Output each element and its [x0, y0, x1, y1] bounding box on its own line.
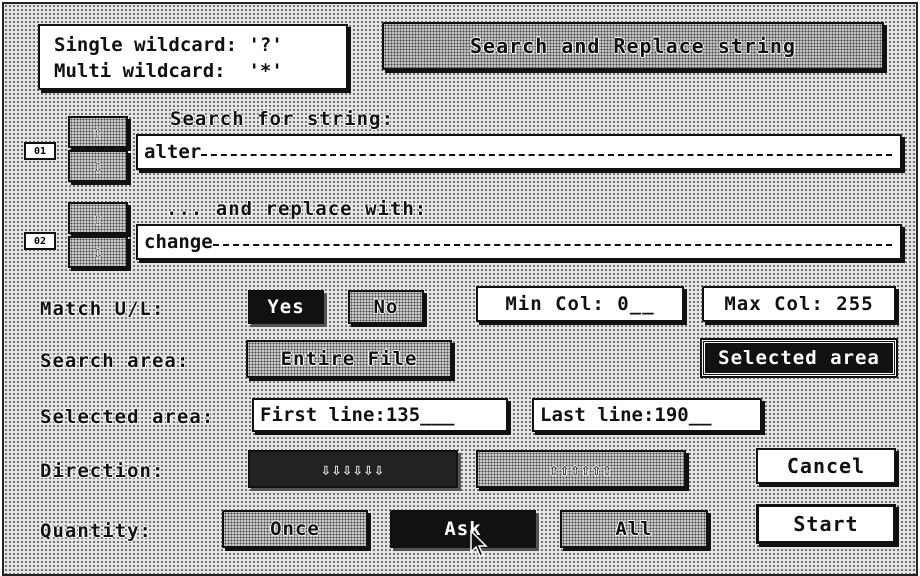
search-replace-dialog: Single wildcard: '?' Multi wildcard: '*'…: [2, 2, 918, 576]
arrow-down-icon: ⇩: [93, 242, 103, 262]
search-history-down-button[interactable]: ⇩: [68, 150, 128, 182]
selected-area-button[interactable]: Selected area: [700, 338, 898, 378]
match-yes-label: Yes: [267, 296, 305, 318]
search-input[interactable]: alter: [136, 134, 902, 170]
first-line-field[interactable]: First line:135___: [252, 398, 508, 432]
entire-file-label: Entire File: [280, 348, 418, 370]
up-arrows-icon: ⇧⇧⇧⇧⇧⇧: [549, 459, 613, 479]
down-arrows-icon: ⇩⇩⇩⇩⇩⇩: [321, 459, 385, 479]
direction-label: Direction:: [40, 460, 165, 482]
first-line-text: First line:135___: [260, 404, 455, 426]
direction-up-button[interactable]: ⇧⇧⇧⇧⇧⇧: [476, 450, 686, 488]
match-yes-button[interactable]: Yes: [248, 290, 324, 324]
max-col-text: Max Col: 255: [724, 293, 874, 315]
direction-down-button[interactable]: ⇩⇩⇩⇩⇩⇩: [248, 450, 458, 488]
quantity-ask-button[interactable]: Ask: [390, 510, 536, 548]
replace-input[interactable]: change: [136, 224, 902, 260]
quantity-all-button[interactable]: All: [560, 510, 708, 548]
search-history-up-button[interactable]: ⇧: [68, 116, 128, 148]
dialog-title-text: Search and Replace string: [469, 34, 797, 58]
multi-wildcard-text: Multi wildcard: '*': [54, 60, 283, 82]
search-history-tag[interactable]: 01: [24, 142, 56, 160]
max-col-field[interactable]: Max Col: 255: [702, 286, 896, 322]
all-label: All: [615, 518, 653, 540]
quantity-once-button[interactable]: Once: [222, 510, 368, 548]
match-no-label: No: [373, 296, 399, 318]
arrow-down-icon: ⇩: [93, 156, 103, 176]
start-button[interactable]: Start: [756, 504, 896, 544]
replace-input-value: change: [144, 231, 213, 253]
arrow-up-icon: ⇧: [93, 208, 103, 228]
start-label: Start: [793, 512, 859, 536]
search-area-label: Search area:: [40, 350, 190, 372]
replace-label: ... and replace with:: [166, 198, 428, 220]
wildcard-info-box: Single wildcard: '?' Multi wildcard: '*': [38, 24, 348, 90]
arrow-up-icon: ⇧: [93, 122, 103, 142]
match-no-button[interactable]: No: [348, 290, 424, 324]
once-label: Once: [270, 518, 320, 540]
search-input-value: alter: [144, 141, 202, 163]
search-label: Search for string:: [170, 108, 394, 130]
cancel-button[interactable]: Cancel: [756, 448, 896, 484]
mouse-pointer-icon: [470, 530, 488, 557]
selected-area-label: Selected area: [718, 347, 880, 369]
dialog-title: Search and Replace string: [382, 22, 884, 70]
min-col-text: Min Col: 0__: [505, 293, 655, 315]
last-line-field[interactable]: Last line:190__: [532, 398, 762, 432]
replace-history-up-button[interactable]: ⇧: [68, 202, 128, 234]
search-history-tag-text: 01: [33, 145, 47, 157]
replace-history-tag-text: 02: [33, 235, 47, 247]
single-wildcard-text: Single wildcard: '?': [54, 34, 283, 56]
min-col-field[interactable]: Min Col: 0__: [476, 286, 684, 322]
last-line-text: Last line:190__: [540, 404, 712, 426]
entire-file-button[interactable]: Entire File: [246, 340, 452, 378]
match-case-label: Match U/L:: [40, 298, 165, 320]
replace-history-down-button[interactable]: ⇩: [68, 236, 128, 268]
replace-history-tag[interactable]: 02: [24, 232, 56, 250]
selected-area-range-label: Selected area:: [40, 406, 215, 428]
quantity-label: Quantity:: [40, 520, 152, 542]
cancel-label: Cancel: [786, 454, 866, 478]
